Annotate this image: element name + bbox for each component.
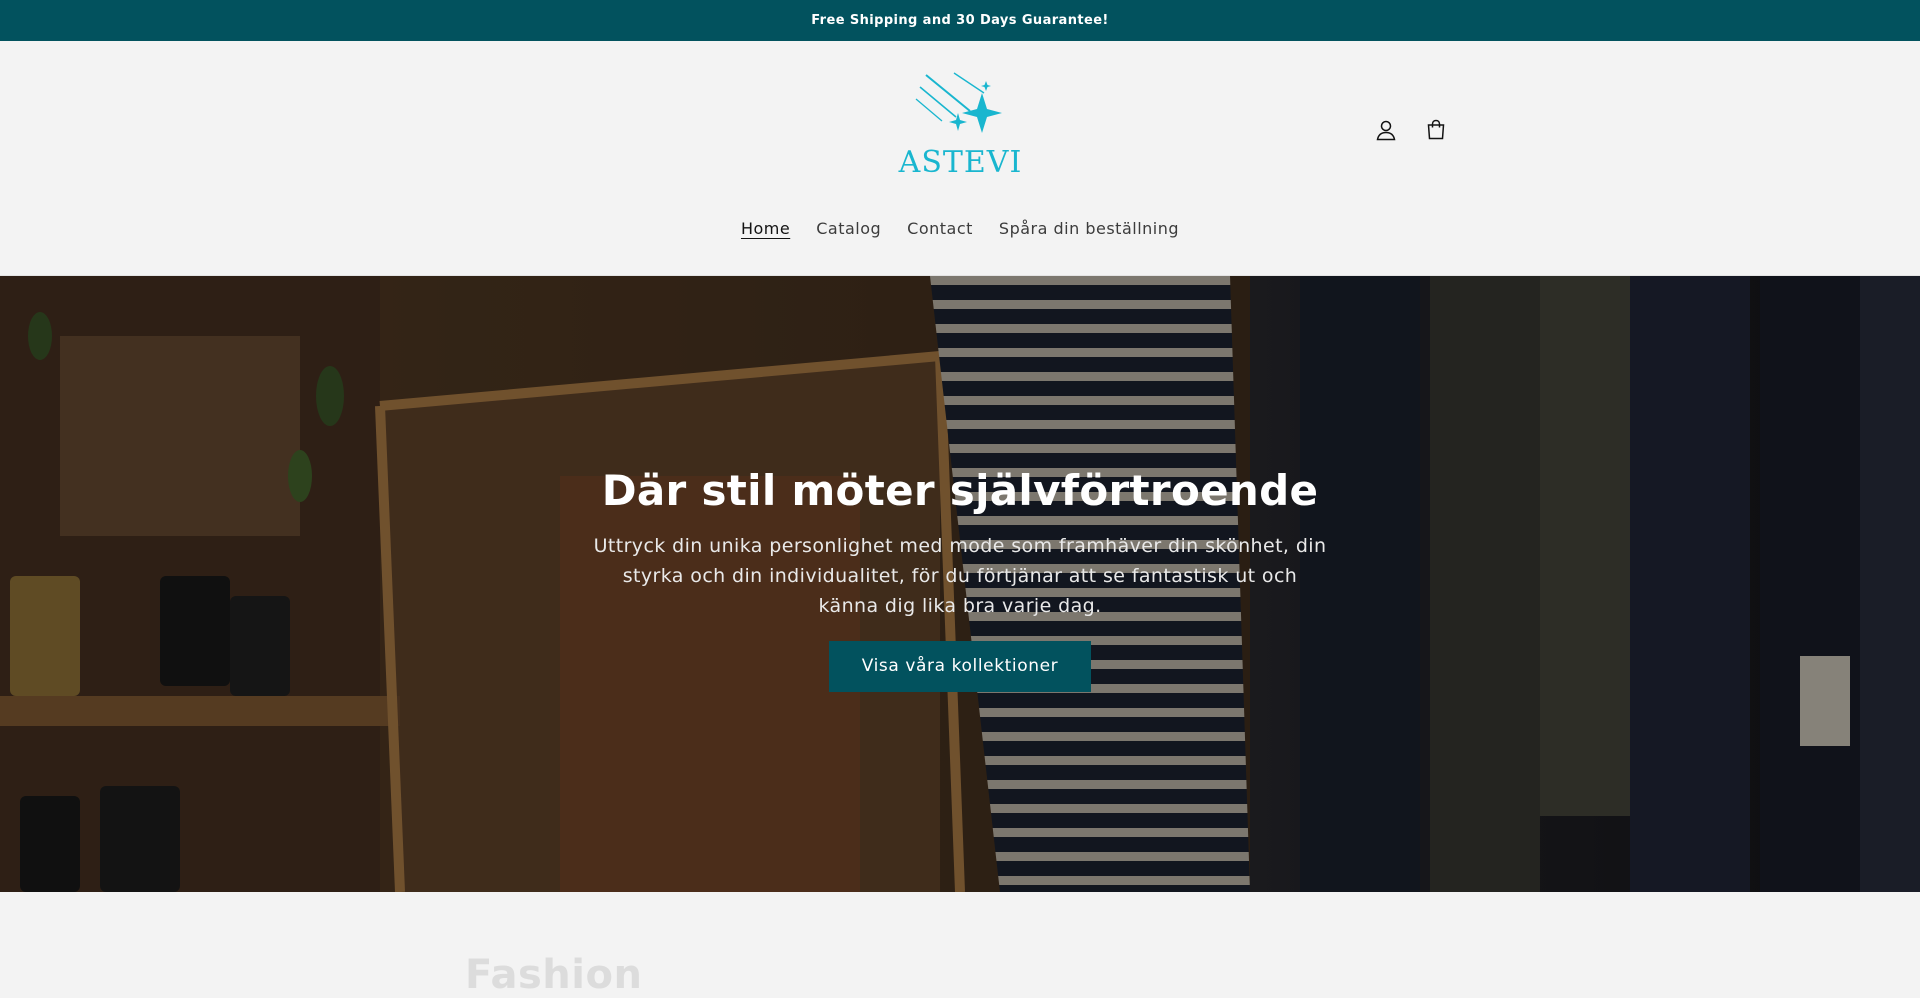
brand-logo[interactable]: ASTEVI [898,69,1023,181]
hero-title: Där stil möter självförtroende [601,466,1319,515]
logo-star-icon [915,72,1002,133]
cart-icon[interactable] [1422,116,1450,144]
hero-content: Där stil möter självförtroende Uttryck d… [560,466,1360,692]
view-collections-button[interactable]: Visa våra kollektioner [828,641,1092,692]
nav-item-track-order[interactable]: Spåra din beställning [999,219,1179,238]
announcement-bar: Free Shipping and 30 Days Guarantee! [0,0,1920,41]
brand-name: ASTEVI [898,145,1023,180]
header-icons [1372,116,1450,144]
nav-item-catalog[interactable]: Catalog [816,219,881,238]
announcement-text: Free Shipping and 30 Days Guarantee! [811,13,1109,28]
hero-banner: Där stil möter självförtroende Uttryck d… [0,276,1920,892]
featured-section: Fashion [0,892,1920,998]
main-nav: Home Catalog Contact Spåra din beställni… [0,219,1920,238]
account-icon[interactable] [1372,116,1400,144]
nav-item-home[interactable]: Home [741,219,790,238]
nav-item-contact[interactable]: Contact [907,219,973,238]
hero-description: Uttryck din unika personlighet med mode … [593,535,1327,617]
site-header: ASTEVI Home Catalog Contact Spåra din be… [0,41,1920,276]
section-title: Fashion [465,952,643,998]
